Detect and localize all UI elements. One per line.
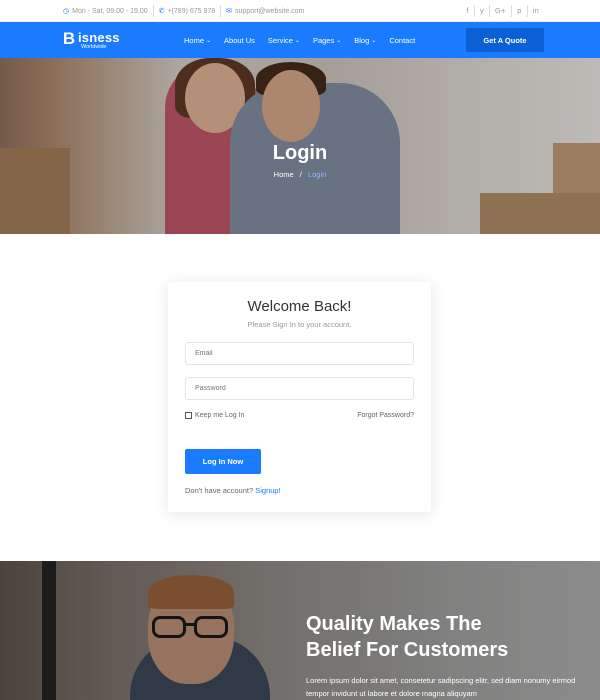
page-title: Login [272,142,328,164]
envelope-icon: ✉ [226,8,233,15]
chevron-down-icon: ⌄ [294,37,300,44]
breadcrumb-home[interactable]: Home [274,170,294,179]
facebook-icon[interactable]: f [461,7,473,15]
login-subtitle: Please Sign In to your account. [247,320,352,329]
linkedin-icon[interactable]: in [528,7,544,15]
feature-headline: Quality Makes The Belief For Customers [306,611,586,663]
nav-item-about[interactable]: About Us [224,36,255,45]
breadcrumb: Home / Login [0,170,600,179]
nav-item-label: Blog [354,35,370,45]
password-field[interactable] [185,377,414,400]
nav-item-service[interactable]: Service ⌄ [268,36,300,45]
remember-label: Keep me Log In [195,412,245,419]
login-title: Welcome Back! [247,298,352,315]
nav-item-label: Pages [312,35,335,45]
nav-item-pages[interactable]: Pages ⌄ [313,36,341,45]
breadcrumb-current: Login [307,170,327,179]
logo-name: isness [78,30,120,46]
nav-item-label: Home [184,35,205,45]
forgot-password-link[interactable]: Forgot Password? [357,412,414,419]
breadcrumb-separator: / [299,170,302,179]
main-navbar: B isness Worldwide Home ⌄ About Us Servic… [0,22,600,58]
phone-info[interactable]: ✆ +(789) 675 978 [154,7,221,16]
nav-item-label: Service [267,35,293,45]
nav-menu: Home ⌄ About Us Service ⌄ Pages ⌄ Blog ⌄ Con… [184,22,415,58]
social-links: f y G+ p in [461,0,544,22]
contact-info: ◷ Mon - Sat, 09.00 - 19.00 ✆ +(789) 675 … [58,0,309,22]
phone-text[interactable]: +(789) 675 978 [167,8,215,15]
signup-prompt-text: Don't have account? [185,486,254,495]
login-button[interactable]: Log In Now [185,449,261,474]
feature-text: Lorem ipsum dolor sit amet, consetetur s… [306,676,576,698]
nav-item-home[interactable]: Home ⌄ [184,36,211,45]
logo[interactable]: B isness Worldwide [62,30,120,52]
nav-item-contact[interactable]: Contact [389,36,415,45]
remember-me[interactable]: Keep me Log In [185,412,244,419]
nav-item-blog[interactable]: Blog ⌄ [354,36,376,45]
chevron-down-icon: ⌄ [336,37,342,44]
get-quote-button[interactable]: Get A Quote [466,28,544,52]
hours-info: ◷ Mon - Sat, 09.00 - 19.00 [58,7,153,16]
nav-item-label: Contact [389,35,416,45]
hours-text: Mon - Sat, 09.00 - 19.00 [72,7,148,15]
nav-item-label: About Us [224,35,255,45]
google-plus-icon[interactable]: G+ [490,7,511,15]
feature-headline-line: Belief For Customers [306,639,509,661]
logo-mark: B [62,29,76,48]
twitter-icon[interactable]: y [475,7,489,15]
top-bar: ◷ Mon - Sat, 09.00 - 19.00 ✆ +(789) 675 … [0,0,600,22]
signup-link[interactable]: Signup! [255,486,280,495]
phone-icon: ✆ [158,8,165,15]
pinterest-icon[interactable]: p [512,7,526,15]
chevron-down-icon: ⌄ [371,37,377,44]
email-field[interactable] [185,342,414,365]
email-text[interactable]: support@website.com [235,8,304,15]
email-info[interactable]: ✉ support@website.com [221,7,309,16]
logo-tagline: Worldwide [81,44,107,51]
feature-section: Quality Makes The Belief For Customers L… [0,561,600,700]
clock-icon: ◷ [63,8,70,15]
chevron-down-icon: ⌄ [206,37,212,44]
login-card: Welcome Back! Please Sign In to your acc… [168,282,431,512]
signup-prompt: Don't have account? Signup! [185,486,281,495]
feature-headline-line: Quality Makes The [306,613,482,635]
remember-checkbox[interactable] [185,412,192,419]
page-hero: Login Home / Login [0,58,600,234]
